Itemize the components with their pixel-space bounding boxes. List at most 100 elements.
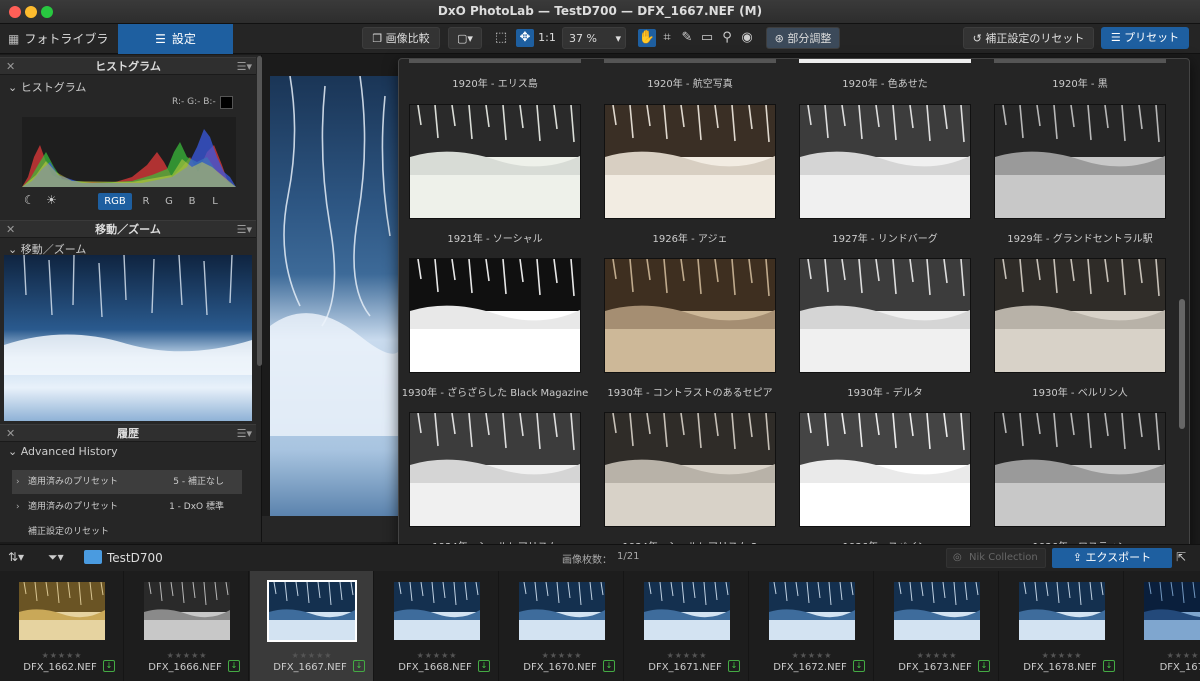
filmstrip-toolbar: ⇅▾ ⏷▾ TestD700 画像枚数： 1/21 ◎ Nik Collectio… (0, 544, 1200, 571)
sun-icon[interactable]: ☀ (46, 193, 57, 207)
rating-stars[interactable]: ★★★★★ (750, 651, 874, 660)
chevron-down-icon: ⌄ (8, 81, 21, 94)
filmstrip-item[interactable]: ★★★★★ DFX_1671.NEF ↓ (625, 571, 749, 681)
export-status-icon: ↓ (603, 660, 615, 672)
local-adjust-button[interactable]: ⊛ 部分調整 (766, 27, 840, 49)
straighten-icon[interactable]: ▭ (698, 29, 716, 47)
rating-stars[interactable]: ★★★★★ (375, 651, 499, 660)
histogram-luma (22, 159, 236, 187)
histogram-subsection[interactable]: ⌄ ヒストグラム (8, 79, 86, 95)
presets-button[interactable]: ☰ プリセット (1101, 27, 1189, 49)
filmstrip-filename: DFX_1673.NEF (898, 662, 972, 673)
preset-item[interactable]: 1930年 - デルタ (799, 258, 971, 399)
left-panel-scrollbar[interactable] (257, 56, 262, 366)
sliders-icon: ☰ (155, 32, 166, 46)
nik-collection-button[interactable]: ◎ Nik Collection (946, 548, 1046, 568)
preset-item[interactable]: 1936年 - ロスティン (994, 412, 1166, 551)
grid-icon: ▦ (8, 32, 20, 46)
preset-item[interactable]: 1934年 - シュルレアリスム 2 (604, 412, 776, 551)
folder-name[interactable]: TestD700 (107, 551, 163, 565)
layout-dropdown[interactable]: ▢▾ (448, 27, 482, 49)
rating-stars[interactable]: ★★★★★ (1125, 651, 1200, 660)
menu-icon[interactable]: ☰▾ (237, 425, 252, 442)
filmstrip-item[interactable]: ★★★★★ DFX_1678.NEF ↓ (1000, 571, 1124, 681)
filmstrip-thumbnail (1019, 582, 1105, 640)
history-row[interactable]: › 適用済みのプリセット 1 - DxO 標準 (12, 495, 242, 519)
hand-tool-icon[interactable]: ✋ (638, 29, 656, 47)
filmstrip-filename: DFX_1668.NEF (398, 662, 472, 673)
close-icon[interactable]: ✕ (6, 425, 15, 442)
preset-item[interactable]: 1930年 - ざらざらした Black Magazine (402, 258, 588, 399)
close-icon[interactable]: ✕ (6, 221, 15, 238)
preset-item[interactable]: 1929年 - グランドセントラル駅 (994, 104, 1166, 245)
preset-item[interactable]: 1927年 - リンドバーグ (799, 104, 971, 245)
move-icon[interactable]: ✥ (516, 29, 534, 47)
filter-icon[interactable]: ⏷▾ (48, 550, 64, 565)
tab-photo-library[interactable]: ▦フォトライブラリ (0, 24, 118, 76)
history-row[interactable]: › 適用済みのプリセット 5 - 補正なし (12, 470, 242, 494)
main-image-viewer[interactable] (270, 76, 400, 516)
reset-corrections-button[interactable]: ↺ 補正設定のリセット (963, 27, 1094, 49)
preset-item[interactable]: 1926年 - アジェ (604, 104, 776, 245)
zoom-level-select[interactable]: 37 % ▾ (562, 27, 626, 49)
history-row-label: 補正設定のリセット (28, 527, 110, 537)
sort-icon[interactable]: ⇅▾ (8, 550, 24, 564)
compare-button[interactable]: ❐ 画像比較 (362, 27, 440, 49)
moon-icon[interactable]: ☾ (24, 193, 35, 207)
share-icon[interactable]: ⇱ (1176, 550, 1186, 564)
navigator-panel-header: ✕ 移動／ズーム ☰▾ (0, 220, 256, 238)
viewer-footer (262, 516, 398, 542)
channel-l[interactable]: L (204, 193, 226, 210)
filmstrip-item[interactable]: ★★★★★ DFX_1670.NEF ↓ (500, 571, 624, 681)
export-button[interactable]: ⇪ エクスポート (1052, 548, 1172, 568)
fit-screen-icon[interactable]: ⬚ (492, 29, 510, 47)
eye-icon[interactable]: ◉ (738, 29, 756, 47)
filmstrip-filename: DFX_1667.NEF (273, 662, 347, 673)
filmstrip-item[interactable]: ★★★★★ DFX_1666.NEF ↓ (125, 571, 249, 681)
rating-stars[interactable]: ★★★★★ (625, 651, 749, 660)
history-row[interactable]: 補正設定のリセット (12, 520, 242, 544)
rating-stars[interactable]: ★★★★★ (500, 651, 624, 660)
preset-item[interactable]: 1934年 - シュルレアリスム (409, 412, 581, 551)
eyedropper-icon[interactable]: ✎ (678, 29, 696, 47)
rating-stars[interactable]: ★★★★★ (0, 651, 124, 660)
history-row-value: 5 - 補正なし (173, 477, 224, 487)
filmstrip-item[interactable]: ★★★★★ DFX_1668.NEF ↓ (375, 571, 499, 681)
channel-g[interactable]: G (158, 193, 180, 210)
preset-scrollbar[interactable] (1179, 299, 1185, 429)
filmstrip-filename: DFX_1662.NEF (23, 662, 97, 673)
menu-icon[interactable]: ☰▾ (237, 221, 252, 238)
filmstrip-item[interactable]: ★★★★★ DFX_1662.NEF ↓ (0, 571, 124, 681)
preset-item[interactable]: 1936年 - スペイン (799, 412, 971, 551)
filmstrip-item[interactable]: ★★★★★DFX_1679↓ (1125, 571, 1200, 681)
filmstrip-item[interactable]: ★★★★★ DFX_1672.NEF ↓ (750, 571, 874, 681)
menu-icon[interactable]: ☰▾ (237, 58, 252, 75)
preset-thumbnail (604, 104, 776, 219)
rating-stars[interactable]: ★★★★★ (1000, 651, 1124, 660)
preset-item[interactable]: 1930年 - コントラストのあるセピア (604, 258, 776, 399)
rating-stars[interactable]: ★★★★★ (250, 651, 374, 660)
compare-label: 画像比較 (385, 32, 430, 45)
close-icon[interactable]: ✕ (6, 58, 15, 75)
history-panel-header: ✕ 履歴 ☰▾ (0, 424, 256, 442)
rating-stars[interactable]: ★★★★★ (875, 651, 999, 660)
filmstrip-item[interactable]: ★★★★★ DFX_1667.NEF ↓ (250, 571, 374, 681)
history-subsection[interactable]: ⌄ Advanced History (8, 445, 118, 458)
filmstrip-item[interactable]: ★★★★★ DFX_1673.NEF ↓ (875, 571, 999, 681)
local-adjust-label: 部分調整 (787, 32, 832, 45)
channel-r[interactable]: R (135, 193, 157, 210)
tab-settings[interactable]: ☰ 設定 (118, 24, 233, 54)
preset-label: 1927年 - リンドバーグ (832, 234, 938, 245)
preset-item[interactable]: 1921年 - ソーシャル (409, 104, 581, 245)
channel-rgb[interactable]: RGB (98, 193, 132, 210)
crop-icon[interactable]: ⌗ (658, 29, 676, 47)
navigator-thumbnail[interactable] (4, 255, 252, 421)
zoom-1to1-button[interactable]: 1:1 (536, 27, 558, 49)
preset-thumbnail (409, 412, 581, 527)
rating-stars[interactable]: ★★★★★ (125, 651, 249, 660)
repair-icon[interactable]: ⚲ (718, 29, 736, 47)
image-count-label: 画像枚数： (562, 555, 612, 566)
preset-item[interactable]: 1930年 - ベルリン人 (994, 258, 1166, 399)
channel-b[interactable]: B (181, 193, 203, 210)
presets-icon: ☰ (1110, 31, 1125, 44)
